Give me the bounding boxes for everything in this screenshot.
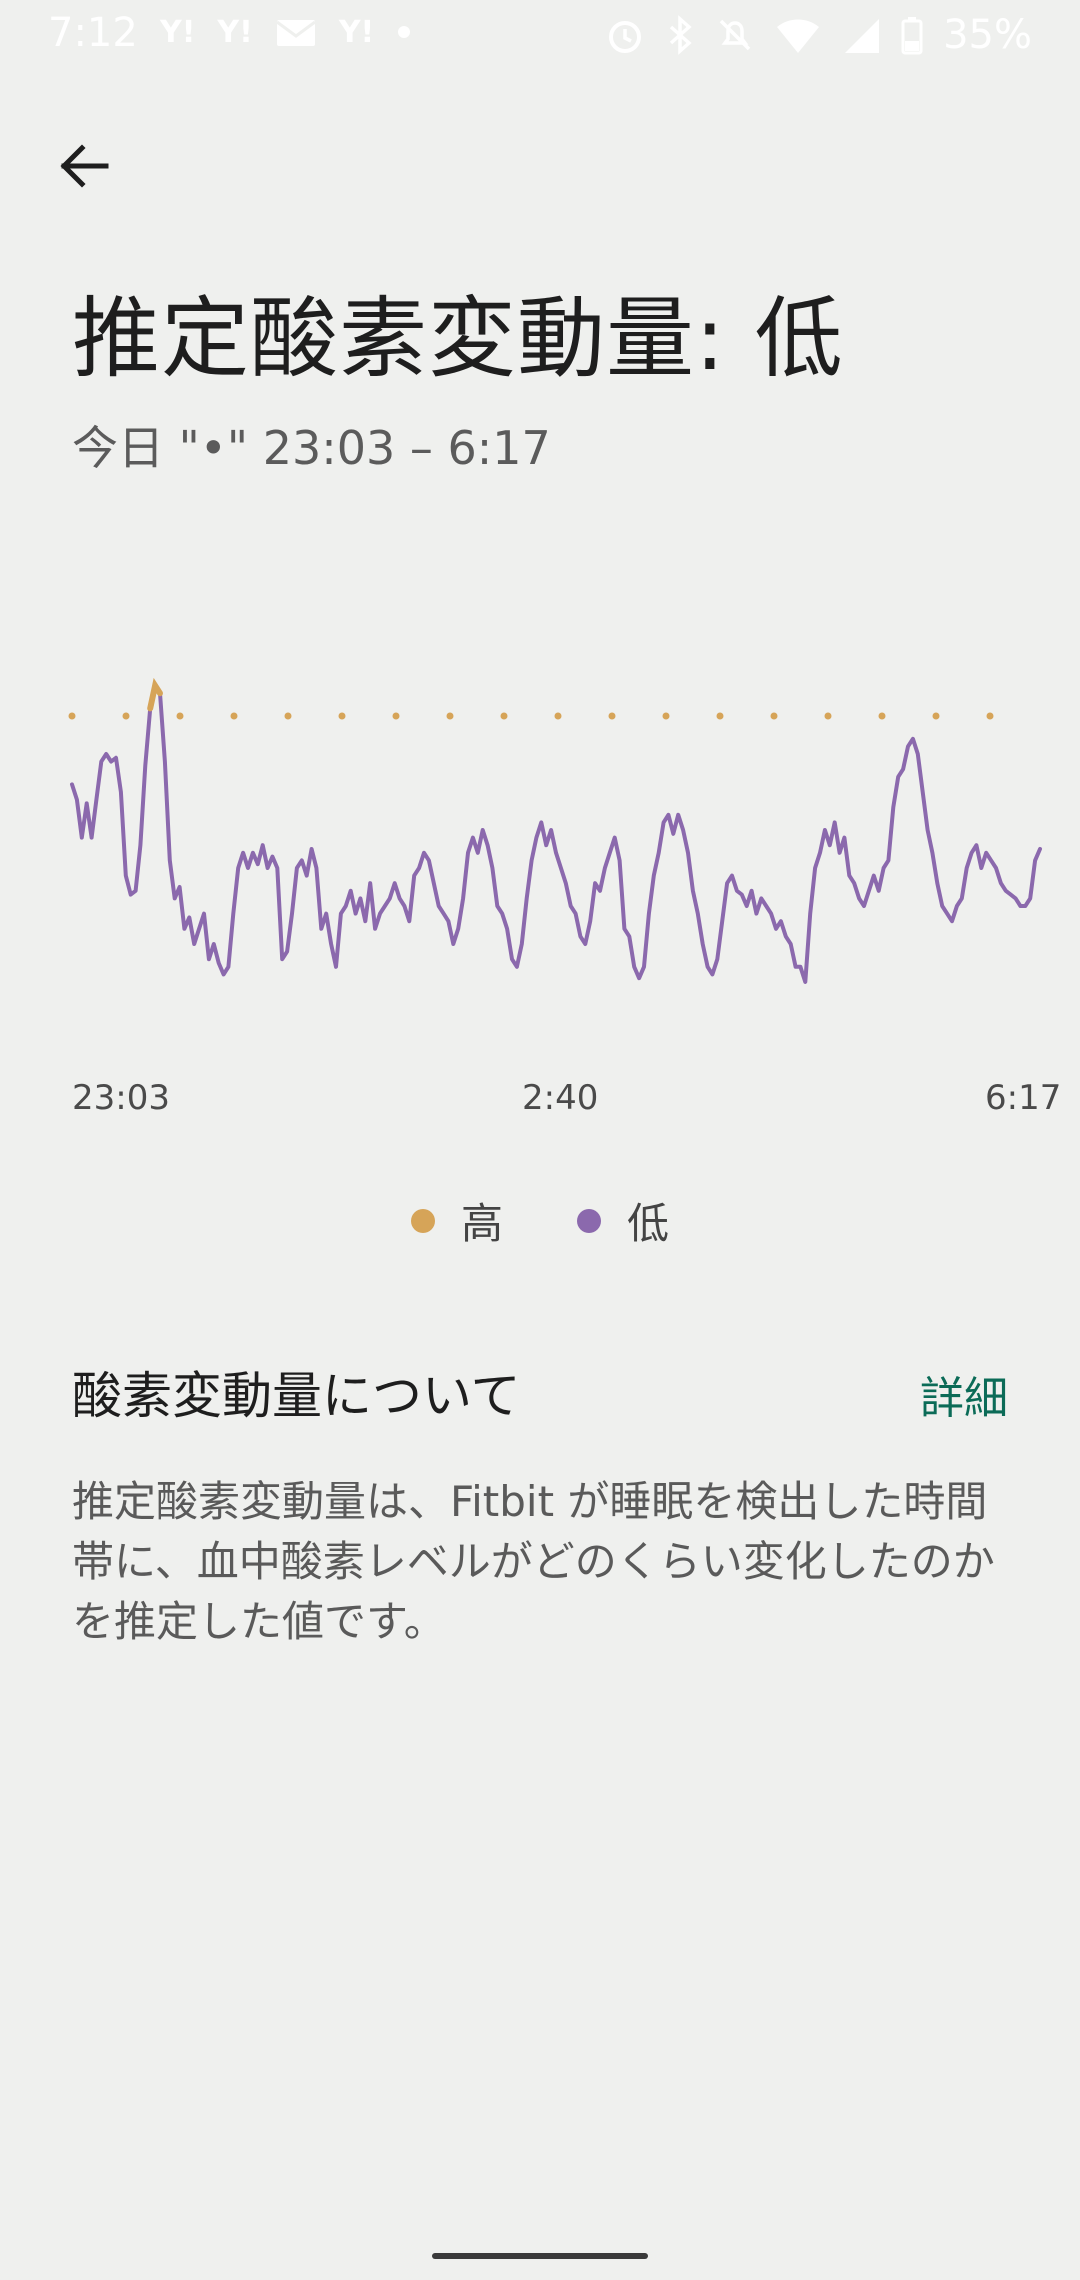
threshold-dot: [986, 712, 994, 720]
status-bar: 7:12 Y! Y! Y! 35%: [0, 0, 1080, 72]
gesture-nav-bar[interactable]: [432, 2253, 648, 2259]
threshold-dot: [68, 712, 76, 720]
threshold-dot: [338, 712, 346, 720]
threshold-dot: [716, 712, 724, 720]
mail-icon: [275, 20, 316, 46]
yahoo-icon: Y!: [338, 14, 375, 50]
threshold-dot: [392, 712, 400, 720]
chart-legend: 高 低: [0, 1190, 1080, 1251]
legend-dot-high: [410, 1208, 435, 1233]
page-title: 推定酸素変動量: 低: [72, 287, 844, 390]
status-time: 7:12: [48, 10, 138, 56]
back-button[interactable]: [48, 128, 120, 200]
mute-icon: [719, 19, 751, 51]
system-icons: 35%: [605, 12, 1032, 58]
legend-item-low: 低: [577, 1190, 669, 1251]
bluetooth-icon: [669, 15, 692, 55]
threshold-dot: [500, 712, 508, 720]
threshold-dot: [824, 712, 832, 720]
battery-icon: [901, 17, 923, 55]
yahoo-icon: Y!: [217, 14, 253, 50]
date-range-subtitle: 今日 "•" 23:03 – 6:17: [72, 421, 551, 475]
yahoo-icon: Y!: [160, 14, 196, 50]
threshold-dot: [122, 712, 130, 720]
alarm-icon: [609, 21, 642, 53]
low-series-line: [70, 683, 1042, 984]
x-tick-label: 23:03: [72, 1078, 170, 1118]
wifi-icon: [777, 19, 820, 53]
threshold-dot: [284, 712, 292, 720]
legend-item-high: 高: [410, 1190, 503, 1251]
threshold-dot: [446, 712, 454, 720]
legend-label-high: 高: [460, 1199, 503, 1248]
threshold-dot: [932, 712, 940, 720]
notification-icons: Y! Y! Y!: [160, 14, 412, 50]
signal-icon: [845, 19, 880, 53]
threshold-dot: [878, 712, 886, 720]
threshold-dot: [176, 712, 184, 720]
threshold-dot: [662, 712, 670, 720]
dot-icon: [398, 26, 411, 38]
threshold-dot: [608, 712, 616, 720]
arrow-back-icon: [60, 144, 109, 188]
legend-dot-low: [577, 1208, 601, 1233]
battery-percent: 35%: [943, 12, 1032, 58]
oxygen-variation-chart: [68, 677, 1042, 984]
details-link[interactable]: 詳細: [920, 1362, 1008, 1426]
threshold-dot: [554, 712, 562, 720]
threshold-dot: [230, 712, 238, 720]
x-tick-label: 2:40: [522, 1078, 599, 1118]
threshold-dot: [770, 712, 778, 720]
about-description: 推定酸素変動量は、Fitbit が睡眠を検出した時間帯に、血中酸素レベルがどのく…: [72, 1477, 995, 1646]
x-tick-label: 6:17: [985, 1078, 1062, 1118]
high-threshold-line: [68, 712, 994, 720]
about-heading: 酸素変動量について: [72, 1367, 521, 1425]
legend-label-low: 低: [627, 1199, 670, 1248]
